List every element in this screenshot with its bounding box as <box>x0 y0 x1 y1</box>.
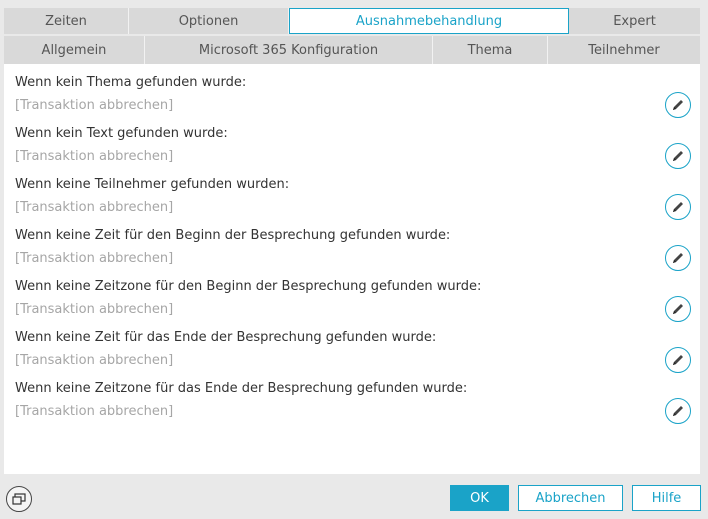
item-value: [Transaktion abbrechen] <box>15 98 174 113</box>
window-glyph <box>12 493 26 505</box>
tab-row-secondary: Allgemein Microsoft 365 Konfiguration Th… <box>4 36 700 64</box>
exception-item-end-time: Wenn keine Zeit für das Ende der Besprec… <box>4 319 700 373</box>
item-value: [Transaktion abbrechen] <box>15 251 174 266</box>
tab-microsoft-365-konfiguration[interactable]: Microsoft 365 Konfiguration <box>145 36 433 64</box>
item-value: [Transaktion abbrechen] <box>15 302 174 317</box>
item-value: [Transaktion abbrechen] <box>15 200 174 215</box>
exception-item-end-timezone: Wenn keine Zeitzone für das Ende der Bes… <box>4 370 700 424</box>
pencil-icon <box>673 100 683 110</box>
item-value: [Transaktion abbrechen] <box>15 149 174 164</box>
pencil-icon <box>673 151 683 161</box>
window-icon[interactable] <box>6 486 32 512</box>
tab-ausnahmebehandlung[interactable]: Ausnahmebehandlung <box>289 8 569 34</box>
exception-item-thema: Wenn kein Thema gefunden wurde: [Transak… <box>4 64 700 118</box>
item-value: [Transaktion abbrechen] <box>15 353 174 368</box>
item-label: Wenn kein Text gefunden wurde: <box>15 126 228 141</box>
item-value: [Transaktion abbrechen] <box>15 404 174 419</box>
tab-allgemein[interactable]: Allgemein <box>4 36 145 64</box>
pencil-icon <box>673 253 683 263</box>
item-label: Wenn keine Zeitzone für den Beginn der B… <box>15 279 482 294</box>
item-label: Wenn keine Zeitzone für das Ende der Bes… <box>15 381 468 396</box>
edit-button[interactable] <box>665 398 691 424</box>
exception-item-start-timezone: Wenn keine Zeitzone für den Beginn der B… <box>4 268 700 322</box>
tab-teilnehmer[interactable]: Teilnehmer <box>548 36 700 64</box>
item-label: Wenn keine Zeit für den Beginn der Bespr… <box>15 228 451 243</box>
item-label: Wenn keine Zeit für das Ende der Besprec… <box>15 330 437 345</box>
tab-expert[interactable]: Expert <box>569 8 700 34</box>
help-button[interactable]: Hilfe <box>632 485 701 511</box>
tab-thema[interactable]: Thema <box>433 36 548 64</box>
pencil-icon <box>673 202 683 212</box>
tab-row-primary: Zeiten Optionen Ausnahmebehandlung Exper… <box>4 8 700 34</box>
cancel-button[interactable]: Abbrechen <box>518 485 623 511</box>
pencil-icon <box>673 355 683 365</box>
ok-button[interactable]: OK <box>450 485 509 511</box>
exception-item-text: Wenn kein Text gefunden wurde: [Transakt… <box>4 115 700 169</box>
pencil-icon <box>673 304 683 314</box>
exception-item-start-time: Wenn keine Zeit für den Beginn der Bespr… <box>4 217 700 271</box>
tab-zeiten[interactable]: Zeiten <box>4 8 129 34</box>
pencil-icon <box>673 406 683 416</box>
item-label: Wenn kein Thema gefunden wurde: <box>15 75 247 90</box>
item-label: Wenn keine Teilnehmer gefunden wurden: <box>15 177 290 192</box>
tab-optionen[interactable]: Optionen <box>129 8 289 34</box>
exception-settings-panel: Wenn kein Thema gefunden wurde: [Transak… <box>4 64 700 474</box>
exception-item-teilnehmer: Wenn keine Teilnehmer gefunden wurden: [… <box>4 166 700 220</box>
